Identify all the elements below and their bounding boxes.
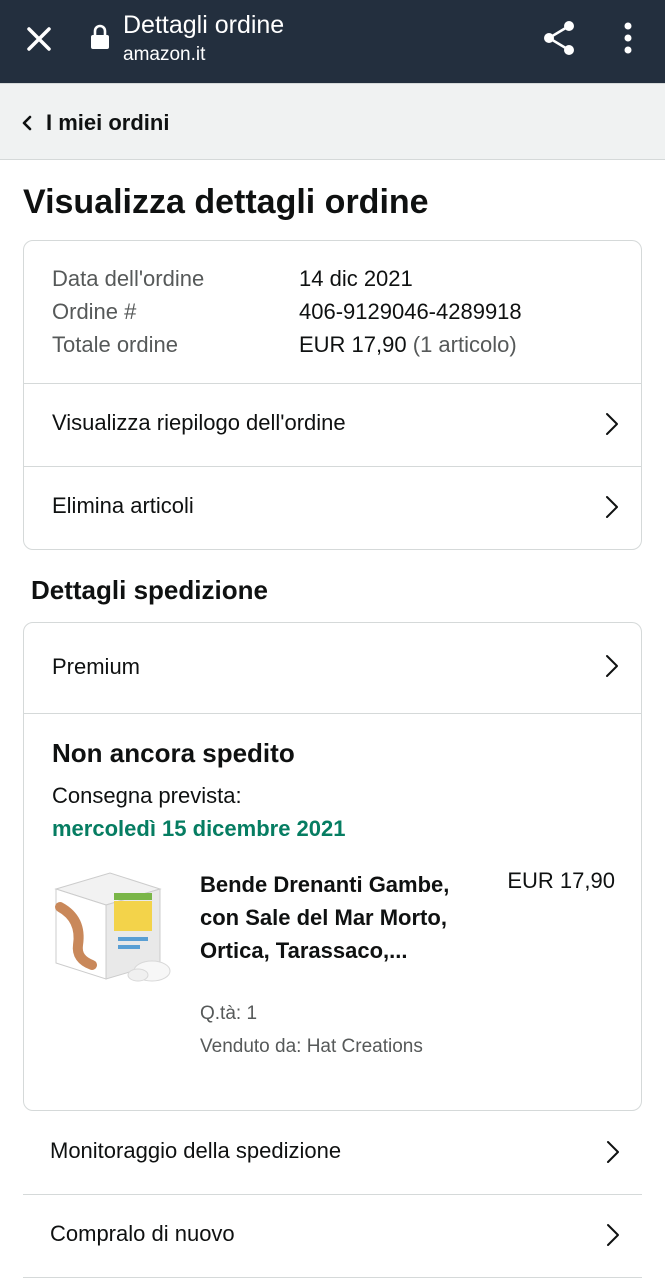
close-icon[interactable]	[22, 22, 56, 56]
product-title-link[interactable]: Bende Drenanti Gambe, con Sale del Mar M…	[200, 868, 450, 967]
chevron-right-icon	[607, 1141, 619, 1163]
order-item-count: (1 articolo)	[412, 332, 517, 357]
order-summary-card: Data dell'ordine 14 dic 2021 Ordine # 40…	[23, 240, 642, 550]
order-date-value: 14 dic 2021	[299, 266, 413, 291]
shipping-service-label: Premium	[52, 654, 141, 679]
order-total-label: Totale ordine	[52, 332, 178, 357]
back-link-label: I miei ordini	[46, 110, 170, 135]
chevron-right-icon	[607, 1224, 619, 1246]
shipping-section-title: Dettagli spedizione	[31, 575, 268, 605]
order-date-label: Data dell'ordine	[52, 266, 205, 291]
view-order-summary-label: Visualizza riepilogo dell'ordine	[52, 410, 346, 435]
buy-again-label: Compralo di nuovo	[50, 1221, 235, 1246]
order-total-value: EUR 17,90 (1 articolo)	[299, 332, 517, 358]
delete-items-link[interactable]: Elimina articoli	[24, 467, 641, 549]
browser-toolbar: Dettagli ordine amazon.it	[0, 0, 665, 83]
order-total-amount: EUR 17,90	[299, 332, 407, 357]
chevron-left-icon	[22, 115, 32, 131]
divider	[24, 713, 641, 714]
product-image[interactable]	[52, 867, 174, 985]
shipping-service-row[interactable]: Premium	[24, 623, 641, 713]
chevron-right-icon	[606, 413, 618, 435]
browser-domain: amazon.it	[123, 44, 206, 65]
product-price: EUR 17,90	[507, 868, 615, 893]
chevron-right-icon	[606, 655, 618, 677]
share-icon[interactable]	[540, 19, 578, 57]
track-shipment-link[interactable]: Monitoraggio della spedizione	[23, 1112, 642, 1195]
lock-icon	[91, 24, 109, 49]
product-seller: Venduto da: Hat Creations	[200, 1036, 423, 1057]
order-number-label: Ordine #	[52, 299, 137, 324]
product-quantity: Q.tà: 1	[200, 1003, 258, 1024]
back-to-orders-link[interactable]: I miei ordini	[0, 83, 665, 160]
chevron-right-icon	[606, 496, 618, 518]
page-title: Visualizza dettagli ordine	[23, 183, 429, 221]
delivery-estimate-label: Consegna prevista:	[52, 783, 242, 808]
shipment-status: Non ancora spedito	[52, 738, 295, 768]
buy-again-link[interactable]: Compralo di nuovo	[23, 1195, 642, 1278]
more-vert-icon[interactable]	[614, 20, 642, 56]
shipment-card: Premium Non ancora spedito Consegna prev…	[23, 622, 642, 1111]
order-number-value: 406-9129046-4289918	[299, 299, 522, 324]
delivery-estimate-date: mercoledì 15 dicembre 2021	[52, 816, 346, 841]
view-order-summary-link[interactable]: Visualizza riepilogo dell'ordine	[24, 384, 641, 466]
browser-page-title: Dettagli ordine	[123, 11, 285, 39]
delete-items-label: Elimina articoli	[52, 493, 194, 518]
track-shipment-label: Monitoraggio della spedizione	[50, 1138, 342, 1163]
